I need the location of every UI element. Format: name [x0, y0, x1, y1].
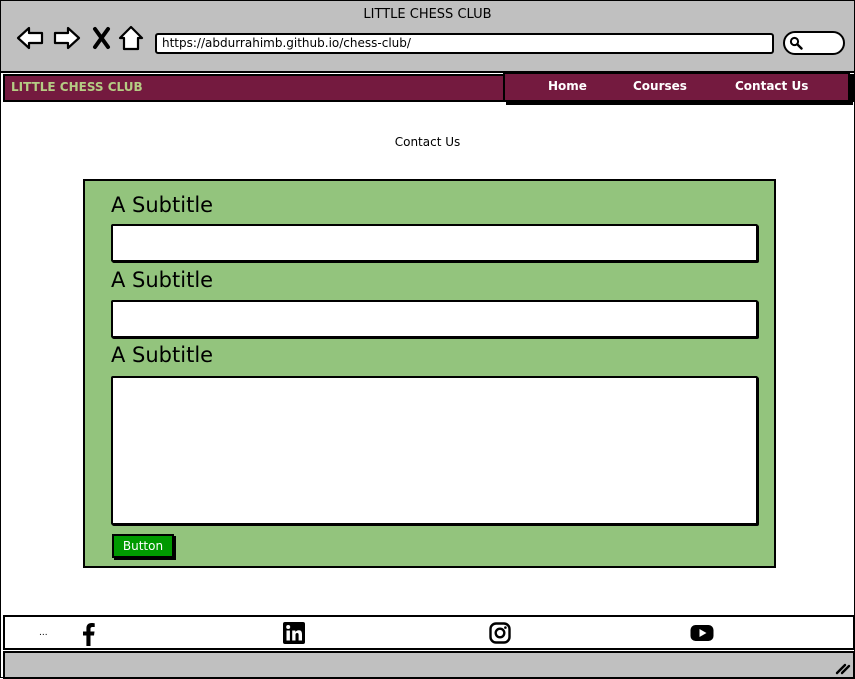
footer-ellipsis: ...: [39, 628, 48, 638]
linkedin-icon[interactable]: [283, 622, 305, 644]
nav-menu: Home Courses Contact Us: [503, 72, 850, 102]
resize-grip-icon[interactable]: [835, 661, 851, 675]
field-label-2: A Subtitle: [111, 268, 214, 292]
text-input-1[interactable]: [111, 224, 758, 262]
submit-button[interactable]: Button: [112, 534, 174, 558]
browser-window: LITTLE CHESS CLUB https://abdurrahimb.gi…: [0, 0, 855, 679]
page-title: Contact Us: [394, 135, 461, 149]
back-arrow-icon[interactable]: [15, 23, 45, 53]
text-input-2[interactable]: [111, 300, 758, 338]
search-icon: [789, 36, 803, 50]
nav-item-home[interactable]: Home: [548, 79, 587, 93]
field-label-3: A Subtitle: [111, 343, 214, 367]
instagram-icon[interactable]: [489, 622, 511, 644]
footer: ...: [3, 615, 855, 650]
youtube-icon[interactable]: [690, 623, 714, 645]
search-field[interactable]: [783, 31, 845, 55]
message-textarea[interactable]: [111, 376, 758, 525]
brand-logo-text[interactable]: LITTLE CHESS CLUB: [11, 80, 143, 94]
forward-arrow-icon[interactable]: [52, 23, 82, 53]
browser-chrome: LITTLE CHESS CLUB https://abdurrahimb.gi…: [1, 1, 854, 73]
url-input[interactable]: https://abdurrahimb.github.io/chess-club…: [155, 33, 774, 54]
nav-item-contact-us[interactable]: Contact Us: [735, 79, 808, 93]
facebook-icon[interactable]: [78, 622, 100, 646]
contact-form: A Subtitle A Subtitle A Subtitle Button: [83, 179, 776, 568]
window-title: LITTLE CHESS CLUB: [363, 7, 492, 22]
field-label-1: A Subtitle: [111, 193, 214, 217]
home-icon[interactable]: [117, 23, 147, 53]
status-bar: [3, 651, 855, 679]
nav-item-courses[interactable]: Courses: [633, 79, 687, 93]
stop-x-icon[interactable]: [90, 23, 120, 53]
